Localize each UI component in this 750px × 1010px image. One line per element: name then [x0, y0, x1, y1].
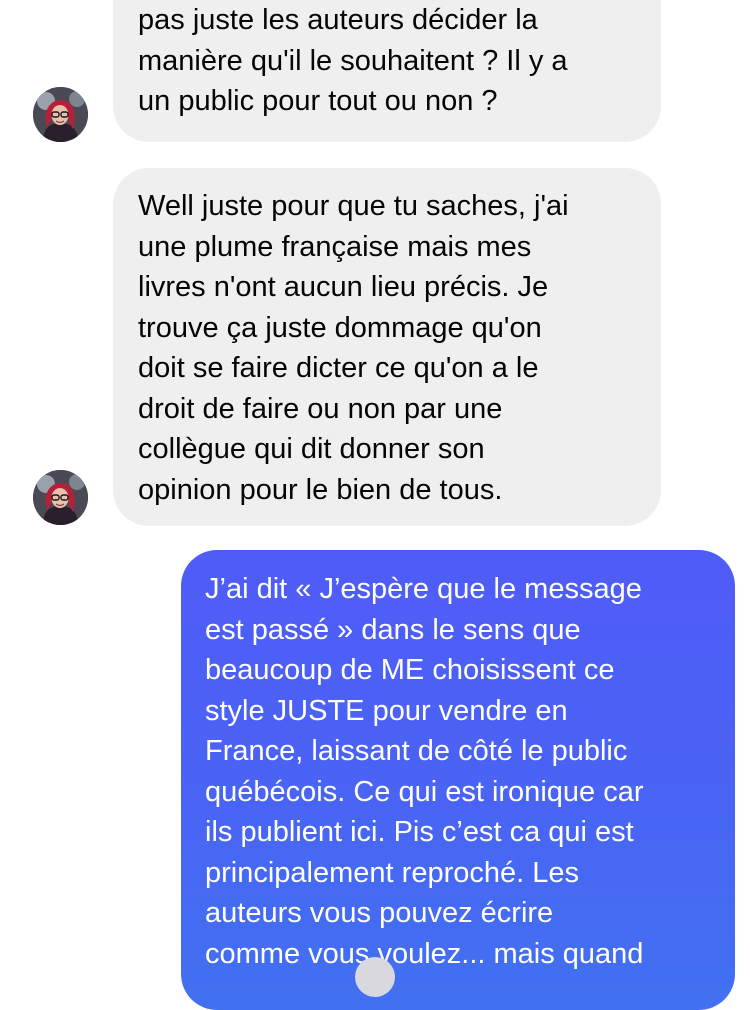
- contact-avatar-icon: [33, 470, 88, 525]
- contact-avatar-icon: [33, 87, 88, 142]
- scroll-to-bottom-button[interactable]: [355, 957, 395, 997]
- contact-avatar[interactable]: [33, 87, 88, 142]
- incoming-message-bubble[interactable]: Well juste pour que tu saches, j'ai une …: [113, 168, 661, 526]
- outgoing-message-bubble[interactable]: J’ai dit « J’espère que le message est p…: [181, 550, 735, 1010]
- incoming-message-bubble[interactable]: pas juste les auteurs décider la manière…: [113, 0, 661, 142]
- message-thread[interactable]: pas juste les auteurs décider la manière…: [0, 0, 750, 1010]
- contact-avatar[interactable]: [33, 470, 88, 525]
